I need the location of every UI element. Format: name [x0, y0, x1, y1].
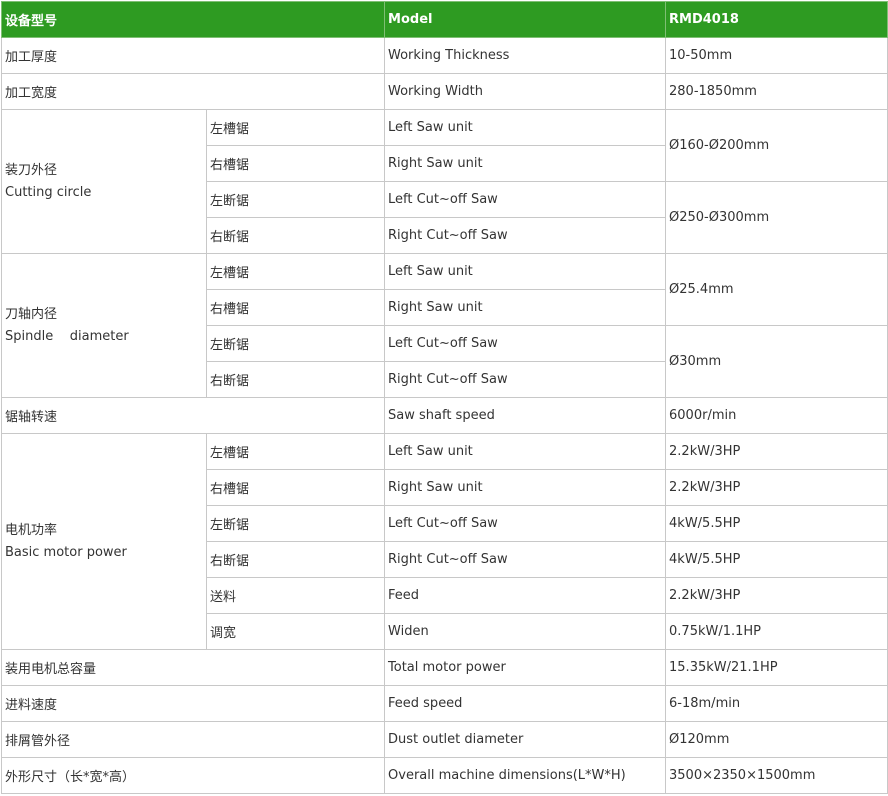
- row-value: 3500×2350×1500mm: [665, 757, 888, 794]
- sub-cn: 左断锯: [205, 325, 386, 362]
- group-en: Spindle diameter: [5, 328, 129, 344]
- group-cn: 电机功率: [5, 522, 58, 538]
- row-value: 280-1850mm: [665, 73, 888, 110]
- table-row: 锯轴转速 Saw shaft speed 6000r/min: [0, 397, 888, 434]
- row-cn: 装用电机总容量: [0, 649, 386, 686]
- row-value: 6-18m/min: [665, 685, 888, 722]
- table-row: 刀轴内径 Spindle diameter 左槽锯 Left Saw unit …: [1, 253, 888, 398]
- group-label-motor-power: 电机功率 Basic motor power: [1, 433, 207, 650]
- header-row: 设备型号 Model RMD4018: [0, 1, 888, 38]
- header-value: RMD4018: [665, 1, 888, 38]
- row-value: 6000r/min: [665, 397, 888, 434]
- table-row: 进料速度 Feed speed 6-18m/min: [0, 685, 888, 722]
- group-cn: 刀轴内径: [5, 306, 58, 322]
- sub-value: 4kW/5.5HP: [665, 505, 888, 542]
- table-row: 外形尺寸（长*宽*高） Overall machine dimensions(L…: [0, 757, 888, 794]
- sub-en: Left Cut~off Saw: [384, 181, 667, 218]
- sub-en: Right Cut~off Saw: [384, 361, 667, 398]
- sub-cn: 左槽锯: [205, 109, 386, 146]
- row-value: 10-50mm: [665, 37, 888, 74]
- sub-cn: 右断锯: [205, 361, 386, 398]
- sub-en: Left Saw unit: [384, 109, 667, 146]
- row-cn: 外形尺寸（长*宽*高）: [0, 757, 386, 794]
- row-cn: 排屑管外径: [0, 721, 386, 758]
- sub-en: Left Saw unit: [384, 433, 667, 470]
- sub-cn: 右槽锯: [205, 469, 386, 506]
- row-cn: 锯轴转速: [0, 397, 386, 434]
- row-value: 15.35kW/21.1HP: [665, 649, 888, 686]
- sub-en: Left Saw unit: [384, 253, 667, 290]
- sub-cn: 左断锯: [205, 505, 386, 542]
- sub-cn: 右断锯: [205, 541, 386, 578]
- row-en: Dust outlet diameter: [384, 721, 667, 758]
- group-value: Ø30mm: [665, 325, 888, 398]
- sub-cn: 右断锯: [205, 217, 386, 254]
- table-row: 装刀外径 Cutting circle 左槽锯 Left Saw unit Ø1…: [1, 109, 888, 254]
- group-en: Basic motor power: [5, 544, 127, 560]
- group-label-cutting-circle: 装刀外径 Cutting circle: [1, 109, 207, 254]
- sub-en: Right Saw unit: [384, 469, 667, 506]
- sub-cn: 右槽锯: [205, 145, 386, 182]
- sub-cn: 左断锯: [205, 181, 386, 218]
- spec-table: 设备型号 Model RMD4018 加工厚度 Working Thicknes…: [0, 1, 888, 794]
- sub-en: Right Saw unit: [384, 145, 667, 182]
- row-cn: 进料速度: [0, 685, 386, 722]
- row-en: Overall machine dimensions(L*W*H): [384, 757, 667, 794]
- group-value: Ø25.4mm: [665, 253, 888, 326]
- row-value: Ø120mm: [665, 721, 888, 758]
- table-row: 加工厚度 Working Thickness 10-50mm: [0, 37, 888, 74]
- sub-cn: 调宽: [205, 613, 386, 650]
- sub-cn: 左槽锯: [205, 433, 386, 470]
- sub-en: Left Cut~off Saw: [384, 505, 667, 542]
- sub-en: Widen: [384, 613, 667, 650]
- sub-cn: 左槽锯: [205, 253, 386, 290]
- group-value: Ø160-Ø200mm: [665, 109, 888, 182]
- sub-en: Feed: [384, 577, 667, 614]
- group-value: Ø250-Ø300mm: [665, 181, 888, 254]
- group-label-spindle: 刀轴内径 Spindle diameter: [1, 253, 207, 398]
- row-en: Working Width: [384, 73, 667, 110]
- sub-cn: 送料: [205, 577, 386, 614]
- table-row: 电机功率 Basic motor power 左槽锯 Left Saw unit…: [1, 433, 888, 650]
- group-cn: 装刀外径: [5, 162, 58, 178]
- header-en: Model: [384, 1, 667, 38]
- table-row: 加工宽度 Working Width 280-1850mm: [0, 73, 888, 110]
- header-cn: 设备型号: [0, 1, 386, 38]
- sub-value: 0.75kW/1.1HP: [665, 613, 888, 650]
- row-en: Saw shaft speed: [384, 397, 667, 434]
- sub-en: Right Cut~off Saw: [384, 541, 667, 578]
- sub-en: Right Cut~off Saw: [384, 217, 667, 254]
- sub-value: 2.2kW/3HP: [665, 433, 888, 470]
- row-en: Working Thickness: [384, 37, 667, 74]
- group-en: Cutting circle: [5, 184, 92, 200]
- sub-value: 2.2kW/3HP: [665, 577, 888, 614]
- row-cn: 加工宽度: [0, 73, 386, 110]
- sub-en: Left Cut~off Saw: [384, 325, 667, 362]
- row-en: Feed speed: [384, 685, 667, 722]
- sub-en: Right Saw unit: [384, 289, 667, 326]
- sub-value: 4kW/5.5HP: [665, 541, 888, 578]
- sub-cn: 右槽锯: [205, 289, 386, 326]
- table-row: 装用电机总容量 Total motor power 15.35kW/21.1HP: [0, 649, 888, 686]
- row-cn: 加工厚度: [0, 37, 386, 74]
- sub-value: 2.2kW/3HP: [665, 469, 888, 506]
- table-row: 排屑管外径 Dust outlet diameter Ø120mm: [0, 721, 888, 758]
- row-en: Total motor power: [384, 649, 667, 686]
